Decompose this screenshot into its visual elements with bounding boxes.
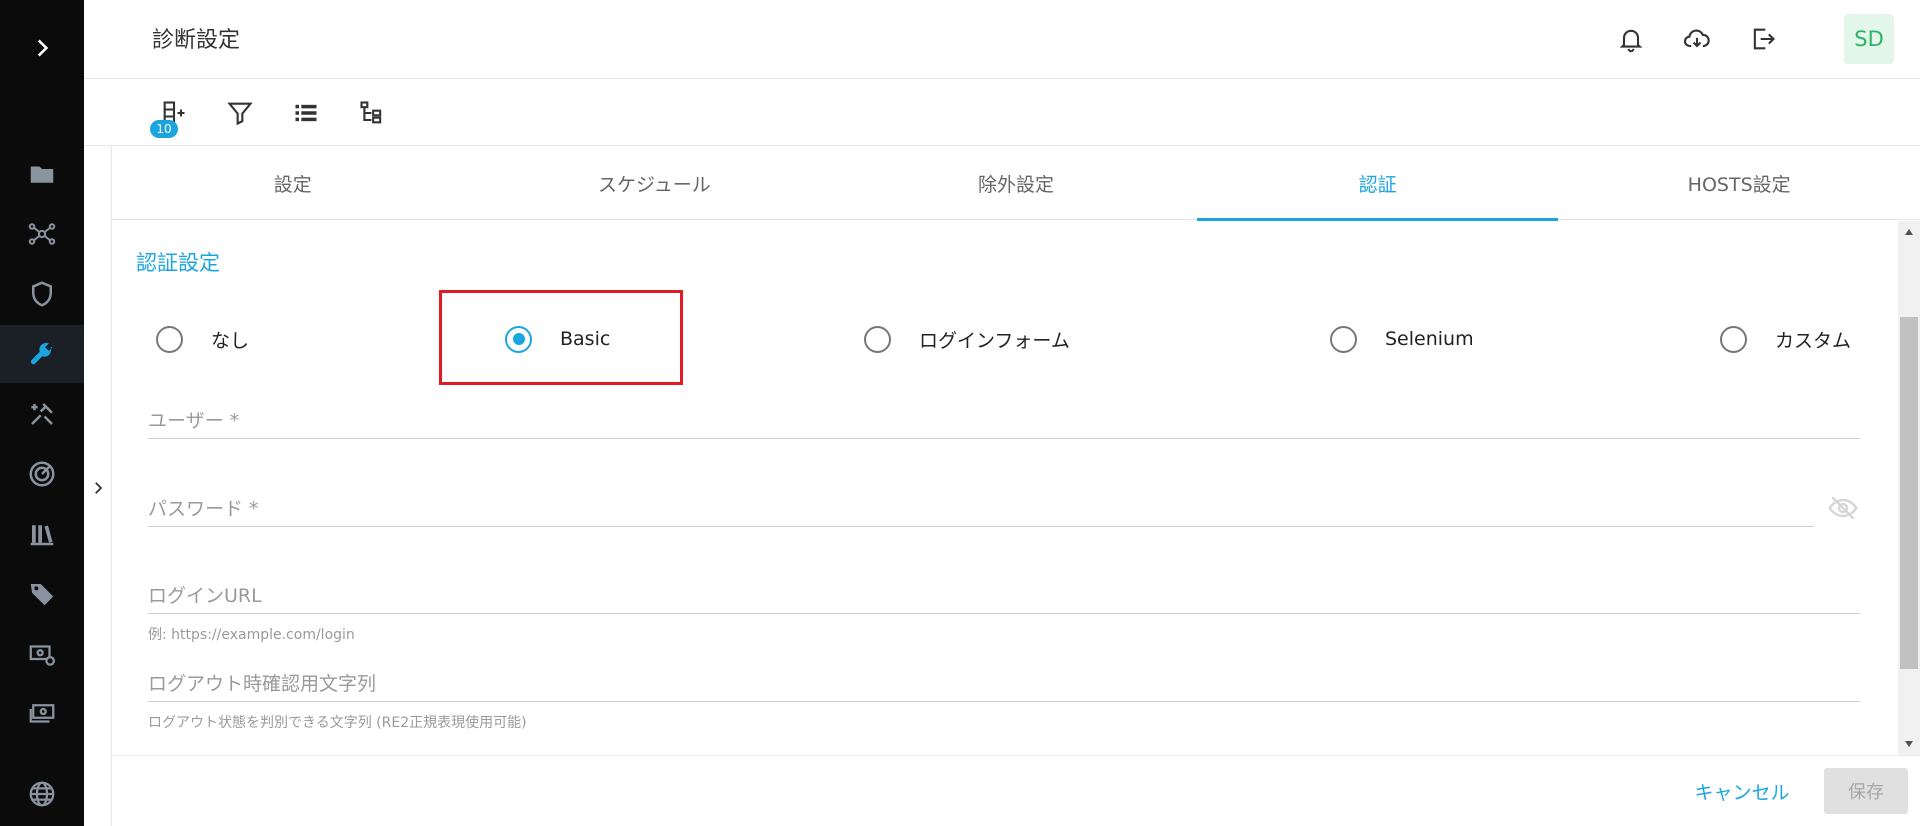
page-title: 診断設定 (152, 28, 241, 53)
radio-option-custom[interactable]: カスタム (1720, 289, 1851, 389)
caret-up-icon (1905, 229, 1913, 235)
radar-icon (29, 461, 55, 487)
sidebar-expand-button[interactable] (24, 30, 60, 66)
toolbar: 10 (84, 79, 1920, 146)
radio-label: なし (211, 329, 250, 352)
sidebar-item-folder[interactable] (0, 145, 84, 203)
sidebar-item-payments[interactable] (0, 685, 84, 743)
cloud-download-icon (1684, 29, 1710, 48)
tools-icon (31, 403, 53, 425)
scroll-thumb[interactable] (1900, 317, 1918, 669)
logout-text-input[interactable] (148, 667, 1860, 702)
sidebar-item-language[interactable] (0, 765, 84, 823)
sidebar-item-security[interactable] (0, 265, 84, 323)
content-scrollbar[interactable] (1898, 221, 1920, 755)
tab-hosts-settings[interactable]: HOSTS設定 (1558, 146, 1920, 220)
eye-off-icon (1828, 496, 1858, 520)
radio-label: カスタム (1775, 329, 1852, 352)
radio-basic[interactable] (505, 325, 532, 353)
radio-label: Selenium (1385, 328, 1474, 350)
radio-label: Basic (560, 328, 611, 350)
chevron-right-icon (95, 482, 103, 494)
form-footer: キャンセル 保存 (112, 755, 1920, 826)
caret-down-icon (1905, 741, 1913, 747)
settings-tabs: 設定 スケジュール 除外設定 認証 HOSTS設定 (112, 146, 1920, 221)
list-icon (295, 104, 317, 122)
radio-selenium[interactable] (1330, 325, 1357, 353)
toggle-password-visibility-button[interactable] (1826, 491, 1860, 525)
logout-text-field (148, 667, 1860, 702)
radio-custom[interactable] (1720, 325, 1747, 353)
radio-option-selenium[interactable]: Selenium (1330, 289, 1474, 389)
tab-schedule[interactable]: スケジュール (474, 146, 836, 220)
avatar[interactable]: SD (1844, 14, 1894, 64)
shield-icon (32, 281, 52, 307)
section-title: 認証設定 (136, 251, 220, 275)
radio-option-basic[interactable]: Basic (505, 289, 610, 389)
app-sidebar (0, 0, 84, 826)
auth-type-radio-group: なし Basic ログインフォーム Selenium カスタム (112, 289, 1898, 389)
sidebar-item-settings[interactable] (0, 325, 84, 383)
user-field (148, 404, 1860, 439)
radio-none[interactable] (156, 325, 183, 353)
folder-icon (30, 166, 54, 183)
cancel-button[interactable]: キャンセル (1672, 768, 1812, 814)
bell-icon (1619, 29, 1643, 53)
sidebar-item-billing-settings[interactable] (0, 625, 84, 683)
scroll-up-button[interactable] (1898, 223, 1920, 241)
password-field (148, 492, 1814, 527)
tab-authentication[interactable]: 認証 (1196, 146, 1559, 221)
top-header: 診断設定 SD (84, 0, 1920, 79)
target-count-badge: 10 (150, 120, 178, 138)
network-icon (28, 223, 56, 245)
money-settings-icon (29, 645, 55, 666)
auth-settings-panel: 認証設定 なし Basic ログインフォーム Selenium カスタム ユーザ… (112, 221, 1898, 755)
radio-option-login-form[interactable]: ログインフォーム (864, 289, 1070, 389)
login-url-input[interactable] (148, 579, 1860, 614)
tag-icon (30, 584, 54, 606)
radio-option-none[interactable]: なし (156, 289, 249, 389)
radio-label: ログインフォーム (919, 329, 1070, 352)
sidebar-item-radar[interactable] (0, 445, 84, 503)
login-url-field (148, 579, 1860, 614)
notifications-button[interactable] (1614, 22, 1648, 56)
tree-icon (360, 101, 382, 124)
logout-icon (1753, 28, 1775, 50)
collapsed-panel (84, 146, 112, 826)
expand-panel-button[interactable] (86, 476, 110, 500)
sidebar-item-tools[interactable] (0, 385, 84, 443)
filter-icon (227, 102, 253, 126)
login-url-hint: 例: https://example.com/login (148, 627, 355, 643)
sidebar-item-tags[interactable] (0, 565, 84, 623)
filter-button[interactable] (222, 95, 258, 131)
library-icon (30, 525, 54, 546)
logout-text-hint: ログアウト状態を判別できる文字列 (RE2正規表現使用可能) (148, 715, 527, 731)
logout-button[interactable] (1746, 22, 1780, 56)
chevron-right-icon (37, 39, 49, 57)
payments-icon (29, 704, 55, 723)
save-button[interactable]: 保存 (1824, 768, 1908, 814)
tab-exclusions[interactable]: 除外設定 (835, 146, 1197, 220)
password-input[interactable] (148, 492, 1814, 527)
radio-login-form[interactable] (864, 325, 891, 353)
sidebar-item-network[interactable] (0, 205, 84, 263)
wrench-icon (30, 342, 53, 365)
list-view-button[interactable] (288, 95, 324, 131)
user-input[interactable] (148, 404, 1860, 439)
scroll-down-button[interactable] (1898, 735, 1920, 753)
tree-view-button[interactable] (354, 95, 390, 131)
download-button[interactable] (1680, 22, 1714, 56)
globe-icon (29, 781, 55, 807)
tab-settings[interactable]: 設定 (112, 146, 474, 220)
sidebar-item-library[interactable] (0, 505, 84, 563)
